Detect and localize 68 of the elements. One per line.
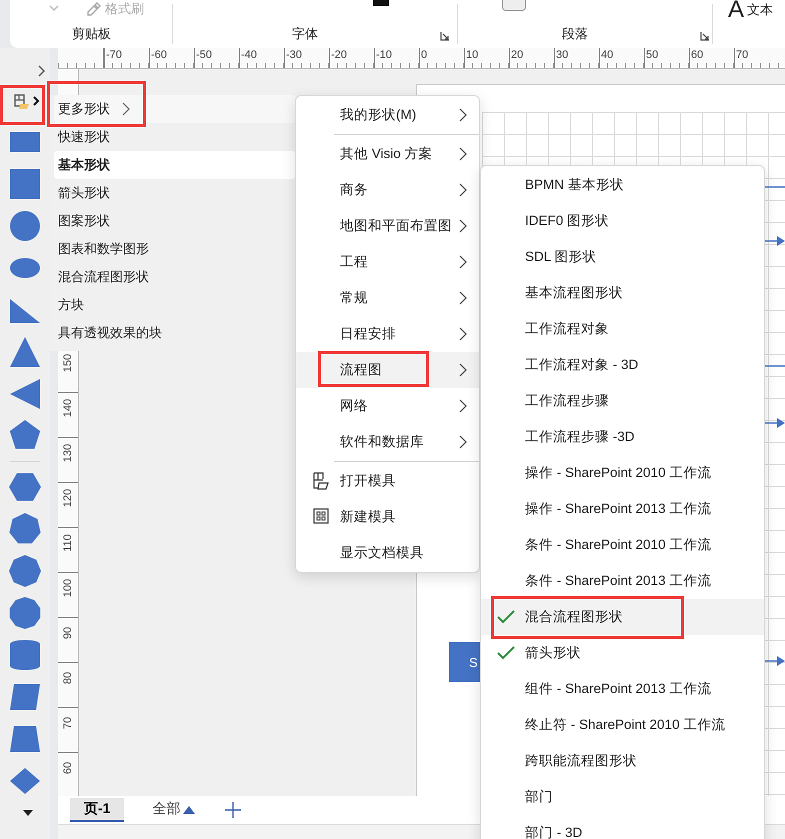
stencil-item[interactable]: 箭头形状 [54, 179, 296, 207]
ruler-label: 10 [465, 48, 478, 62]
ruler-label: 150 [61, 353, 75, 373]
ruler-label: -20 [330, 48, 347, 62]
stencil-item[interactable]: 快速形状 [54, 123, 296, 151]
menu-item[interactable]: 条件 - SharePoint 2010 工作流 [481, 527, 764, 563]
menu-item[interactable]: 其他 Visio 方案 [296, 136, 479, 172]
menu-item[interactable]: 日程安排 [296, 316, 479, 352]
menu-item[interactable]: 工作流程步骤 -3D [481, 419, 764, 455]
menu-item[interactable]: 工作流程对象 - 3D [481, 347, 764, 383]
ribbon-group-label: 剪贴板 [71, 25, 112, 43]
ruler-label: 130 [61, 443, 75, 463]
ruler-label: -50 [195, 48, 212, 62]
menu-item[interactable]: 部门 [481, 779, 764, 815]
ruler-label: -10 [375, 48, 392, 62]
ruler-label: -30 [285, 48, 302, 62]
stencil-item[interactable]: 更多形状 [54, 95, 296, 123]
stencil-item[interactable]: 具有透视效果的块 [54, 319, 296, 347]
ruler-label: -40 [240, 48, 257, 62]
stencil-item[interactable]: 方块 [54, 291, 296, 319]
ruler-label: 40 [600, 48, 614, 62]
ruler-label: 50 [645, 48, 658, 62]
stencil-item[interactable]: 基本形状 [54, 151, 296, 179]
stencil-item[interactable]: 混合流程图形状 [54, 263, 296, 291]
menu-item[interactable]: 商务 [296, 172, 479, 208]
menu-item[interactable]: 软件和数据库 [296, 424, 479, 463]
menu-item[interactable]: 工作流程对象 [481, 311, 764, 347]
ruler-label: -70 [105, 48, 122, 62]
ruler-label: 90 [61, 626, 75, 642]
menu-item[interactable]: 常规 [296, 280, 479, 316]
ruler-label: 70 [735, 48, 748, 62]
menu-item[interactable]: 地图和平面布置图 [296, 208, 479, 244]
ruler-label: 70 [61, 716, 75, 732]
ruler-label: 120 [61, 488, 75, 508]
menu-item[interactable]: 操作 - SharePoint 2013 工作流 [481, 491, 764, 527]
ruler-label: -60 [150, 48, 167, 62]
menu-item[interactable]: 条件 - SharePoint 2013 工作流 [481, 563, 764, 599]
ribbon-group-label: 段落 [561, 25, 589, 43]
all-pages-tab[interactable]: 全部 [138, 798, 210, 822]
ruler-label: 0 [420, 48, 428, 62]
ruler-label: 80 [61, 670, 75, 686]
menu-item[interactable]: 基本流程图形状 [481, 275, 764, 311]
page-tab[interactable]: 页-1 [70, 798, 124, 822]
ruler-label: 60 [690, 48, 704, 62]
ruler-label: 140 [61, 398, 75, 418]
menu-item[interactable]: IDEF0 图形状 [481, 203, 764, 239]
menu-item[interactable]: 网络 [296, 388, 479, 424]
menu-item[interactable]: 我的形状(M) [296, 97, 479, 136]
menu-item[interactable]: 新建模具 [296, 499, 479, 535]
ruler-label: 30 [555, 48, 568, 62]
stencil-item[interactable]: 图案形状 [54, 207, 296, 235]
menu-item[interactable]: 终止符 - SharePoint 2010 工作流 [481, 707, 764, 743]
menu-item[interactable]: 工程 [296, 244, 479, 280]
menu-item[interactable]: 操作 - SharePoint 2010 工作流 [481, 455, 764, 491]
stencil-item[interactable]: 图表和数学图形 [54, 235, 296, 263]
ruler-label: 110 [61, 533, 75, 553]
menu-item[interactable]: 打开模具 [296, 463, 479, 499]
menu-item[interactable]: 跨职能流程图形状 [481, 743, 764, 779]
menu-item[interactable]: 流程图 [296, 352, 479, 388]
menu-item[interactable]: SDL 图形状 [481, 239, 764, 275]
ribbon-group-label: 字体 [291, 25, 319, 43]
menu-item[interactable]: 显示文档模具 [296, 535, 479, 571]
ruler-label: 60 [61, 760, 75, 776]
menu-item[interactable]: 工作流程步骤 [481, 383, 764, 419]
ruler-label: 20 [510, 48, 524, 62]
menu-item[interactable]: 部门 - 3D [481, 815, 764, 839]
ruler-label: 100 [61, 578, 75, 598]
menu-item[interactable]: BPMN 基本形状 [481, 167, 764, 203]
